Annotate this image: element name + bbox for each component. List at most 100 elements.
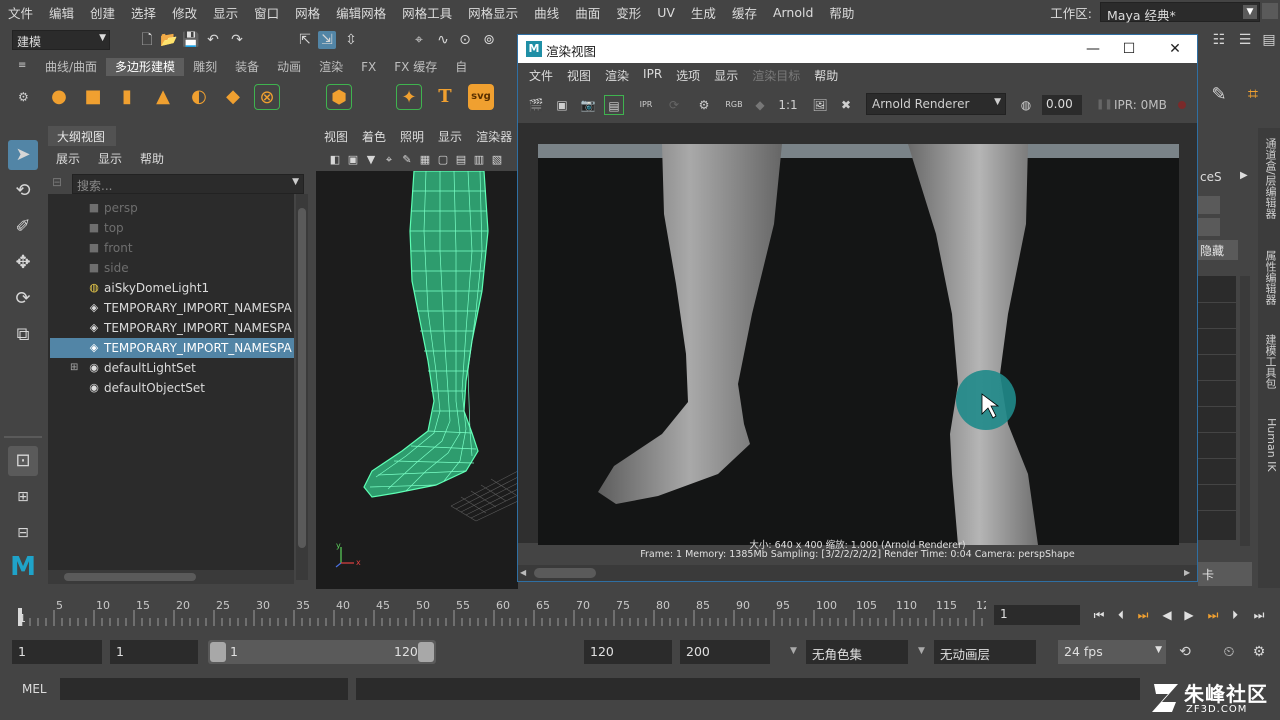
- menu-item[interactable]: 显示: [205, 3, 246, 22]
- exposure-icon[interactable]: ◍: [1016, 95, 1036, 115]
- remove-image-icon[interactable]: ✖: [836, 95, 856, 115]
- bookmark-icon[interactable]: ▼: [362, 151, 380, 169]
- workspace-select[interactable]: Maya 经典* ▼: [1100, 2, 1260, 23]
- menu-item[interactable]: 网格显示: [460, 3, 526, 22]
- stop-render-icon[interactable]: [1178, 101, 1186, 109]
- camera-select-icon[interactable]: ◧: [326, 151, 344, 169]
- render-view-menu-item[interactable]: 选项: [669, 67, 707, 87]
- rendered-image[interactable]: [538, 144, 1179, 545]
- scale-tool-icon[interactable]: ⧉: [8, 320, 38, 350]
- workspace-lock-icon[interactable]: [1262, 3, 1278, 19]
- render-view-menu-item[interactable]: 文件: [522, 67, 560, 87]
- film-gate-icon[interactable]: ▢: [434, 151, 452, 169]
- render-region-icon[interactable]: ▣: [552, 95, 572, 115]
- play-forwards-icon[interactable]: ▶: [1180, 606, 1198, 624]
- outliner-item[interactable]: ◈ TEMPORARY_IMPORT_NAMESPA: [50, 318, 294, 338]
- render-view-menu-item[interactable]: IPR: [636, 67, 669, 87]
- outliner-item[interactable]: ■ top: [50, 218, 294, 238]
- open-scene-icon[interactable]: 📂: [160, 31, 178, 49]
- range-end-handle[interactable]: [418, 642, 434, 662]
- render-view-menu-item[interactable]: 渲染: [598, 67, 636, 87]
- start-time-field[interactable]: 1: [12, 640, 102, 664]
- ipr-render-icon[interactable]: IPR: [636, 95, 656, 115]
- character-set-select[interactable]: 无角色集: [806, 640, 908, 664]
- step-back-frame-icon[interactable]: ⏴: [1112, 606, 1130, 624]
- menu-set-select[interactable]: 建模 ▼: [12, 30, 110, 50]
- playback-end-field[interactable]: 120: [584, 640, 672, 664]
- tool-settings-toggle-icon[interactable]: ▤: [1260, 31, 1278, 49]
- range-start-handle[interactable]: [210, 642, 226, 662]
- chevron-down-icon[interactable]: ▼: [790, 646, 797, 656]
- undo-icon[interactable]: ↶: [204, 31, 222, 49]
- viewport-menu-item[interactable]: 视图: [324, 128, 348, 148]
- go-to-start-icon[interactable]: ⏮: [1090, 606, 1108, 624]
- end-time-field[interactable]: 200: [680, 640, 770, 664]
- select-by-component-icon[interactable]: ⇳: [342, 31, 360, 49]
- play-backwards-icon[interactable]: ◀: [1158, 606, 1176, 624]
- outliner-search-input[interactable]: 搜索... ▼: [72, 174, 304, 194]
- outliner-vertical-scrollbar[interactable]: [296, 194, 308, 580]
- menu-item[interactable]: 编辑: [41, 3, 82, 22]
- shelf-tab[interactable]: 多边形建模: [106, 58, 185, 76]
- maximize-button[interactable]: ☐: [1118, 39, 1140, 59]
- render-settings-icon[interactable]: ⚙: [694, 95, 714, 115]
- shelf-tab[interactable]: 雕刻: [184, 58, 226, 76]
- menu-item[interactable]: 缓存: [724, 3, 765, 22]
- step-back-key-icon[interactable]: ⏭: [1134, 606, 1152, 624]
- pivot-tool-icon[interactable]: ⌗: [1240, 86, 1266, 110]
- render-sequence-icon[interactable]: ▤: [604, 95, 624, 115]
- snap-plane-icon[interactable]: ⊚: [480, 31, 498, 49]
- shelf-tab[interactable]: 渲染: [310, 58, 352, 76]
- range-slider[interactable]: 1 120: [208, 640, 436, 664]
- svg-tool-icon[interactable]: svg: [468, 84, 494, 110]
- current-frame-field[interactable]: 1: [994, 605, 1080, 625]
- outliner-horizontal-scrollbar[interactable]: [48, 570, 294, 584]
- save-scene-icon[interactable]: 💾: [182, 31, 200, 49]
- shelf-tab[interactable]: 动画: [268, 58, 310, 76]
- outliner-menu-item[interactable]: 展示: [56, 150, 80, 167]
- snap-point-icon[interactable]: ⊙: [456, 31, 474, 49]
- menu-item[interactable]: 修改: [164, 3, 205, 22]
- menu-item[interactable]: 帮助: [821, 3, 862, 22]
- shelf-settings-icon[interactable]: ⚙: [18, 90, 29, 108]
- command-language-label[interactable]: MEL: [22, 682, 47, 696]
- viewport-menu-item[interactable]: 显示: [438, 128, 462, 148]
- step-forward-key-icon[interactable]: ⏭: [1204, 606, 1222, 624]
- auto-key-icon[interactable]: ⏲: [1220, 643, 1238, 661]
- alpha-channel-icon[interactable]: ◆: [750, 95, 770, 115]
- brush-tool-icon[interactable]: ✎: [1206, 86, 1232, 110]
- menu-item[interactable]: 生成: [683, 3, 724, 22]
- expand-icon[interactable]: ⊞: [70, 358, 78, 378]
- menu-item[interactable]: 窗口: [246, 3, 287, 22]
- side-tab[interactable]: Human IK: [1260, 418, 1278, 472]
- outliner-item[interactable]: ■ persp: [50, 198, 294, 218]
- camera-attributes-icon[interactable]: ▣: [344, 151, 362, 169]
- select-tool-icon[interactable]: ➤: [8, 140, 38, 170]
- grid-toggle-icon[interactable]: ▦: [416, 151, 434, 169]
- shelf-tab[interactable]: FX: [352, 58, 385, 76]
- outliner-item[interactable]: ■ front: [50, 238, 294, 258]
- menu-item[interactable]: 编辑网格: [328, 3, 394, 22]
- outliner-item[interactable]: ◈ TEMPORARY_IMPORT_NAMESPA: [50, 298, 294, 318]
- paint-select-tool-icon[interactable]: ✐: [8, 212, 38, 242]
- channel-box-toggle-icon[interactable]: ☷: [1210, 31, 1228, 49]
- menu-item[interactable]: 选择: [123, 3, 164, 22]
- menu-item[interactable]: 文件: [0, 3, 41, 22]
- snap-grid-icon[interactable]: ⌖: [410, 31, 428, 49]
- select-by-hierarchy-icon[interactable]: ⇱: [296, 31, 314, 49]
- menu-item[interactable]: 创建: [82, 3, 123, 22]
- poly-cylinder-icon[interactable]: ▮: [114, 84, 140, 110]
- partial-bottom-tab[interactable]: 卡: [1198, 562, 1252, 586]
- render-view-menu-item[interactable]: 帮助: [807, 67, 845, 87]
- poly-plane-icon[interactable]: ◆: [220, 84, 246, 110]
- attribute-editor-toggle-icon[interactable]: ☰: [1236, 31, 1254, 49]
- display-image-icon[interactable]: 🖼: [810, 95, 830, 115]
- shelf-tab[interactable]: 曲线/曲面: [36, 58, 106, 76]
- animation-layer-select[interactable]: 无动画层: [934, 640, 1036, 664]
- grease-pencil-icon[interactable]: ✎: [398, 151, 416, 169]
- step-forward-frame-icon[interactable]: ⏵: [1226, 606, 1244, 624]
- animation-preferences-icon[interactable]: ⚙: [1250, 643, 1268, 661]
- snapshot-icon[interactable]: 📷: [578, 95, 598, 115]
- menu-item[interactable]: Arnold: [765, 5, 821, 20]
- viewport-menu-item[interactable]: 照明: [400, 128, 424, 148]
